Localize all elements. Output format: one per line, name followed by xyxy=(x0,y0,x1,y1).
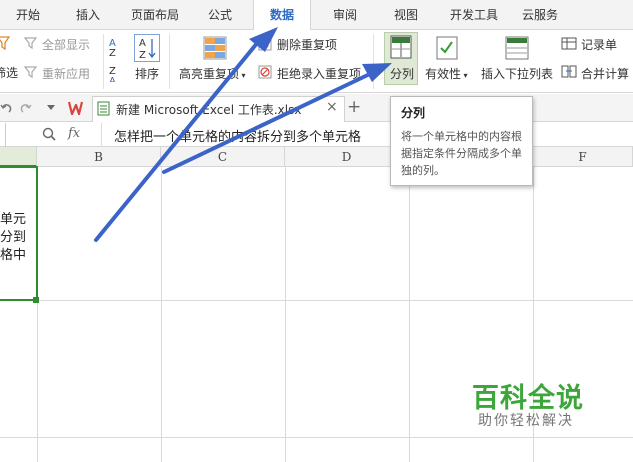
arrow-head-icon xyxy=(362,63,392,82)
arrow-to-split-columns xyxy=(162,70,376,174)
watermark-subtitle: 助你轻松解决 xyxy=(478,413,574,429)
